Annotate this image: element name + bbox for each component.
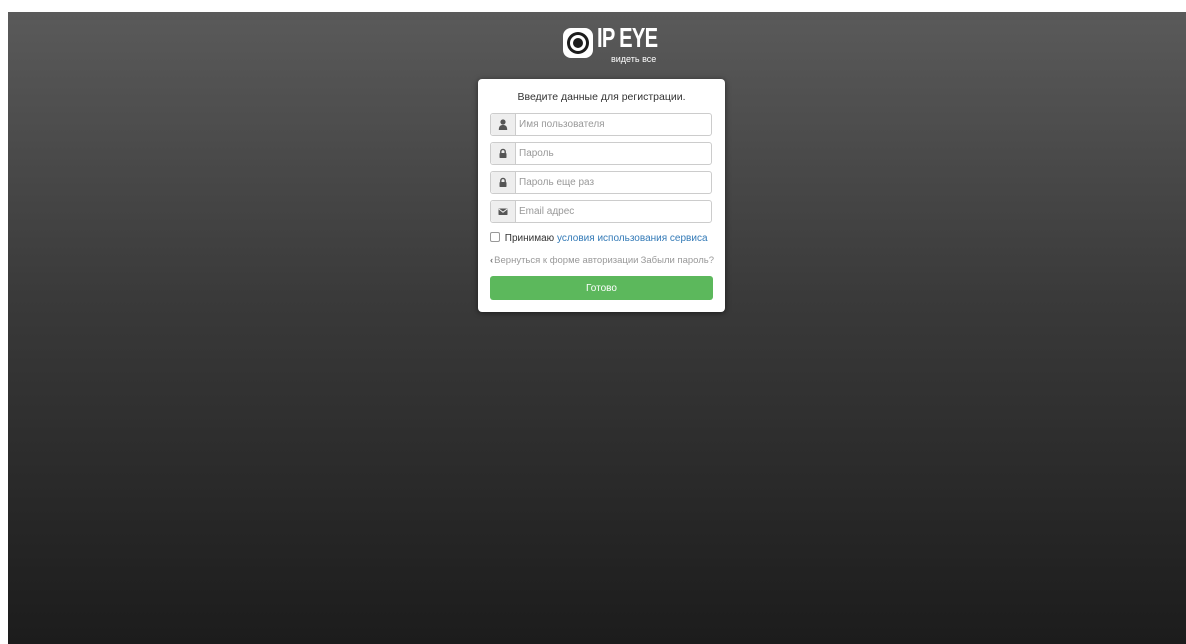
password-repeat-input[interactable]: [519, 174, 705, 191]
submit-button[interactable]: Готово: [490, 276, 713, 300]
email-input-group: [490, 200, 712, 223]
page-background: IP EYE видеть все Введите данные для рег…: [8, 12, 1186, 644]
accept-label: Принимаю: [504, 233, 555, 244]
password-input[interactable]: [519, 145, 705, 162]
logo-slogan: видеть все: [611, 54, 657, 64]
back-to-login-link[interactable]: ‹Вернуться к форме авторизации: [490, 255, 638, 266]
username-input-group: [490, 113, 712, 136]
forgot-password-link[interactable]: Забыли пароль?: [641, 255, 714, 266]
lock-icon: [491, 172, 516, 193]
user-icon: [491, 114, 516, 135]
username-input[interactable]: [519, 116, 705, 133]
terms-row: Принимаю условия использования сервиса: [490, 232, 708, 244]
password-repeat-input-group: [490, 171, 712, 194]
back-link-label: Вернуться к форме авторизации: [494, 255, 639, 266]
eye-logo-icon: [563, 28, 593, 58]
logo-brand-text: IP EYE: [597, 22, 658, 53]
form-title: Введите данные для регистрации.: [517, 91, 686, 103]
email-input[interactable]: [519, 203, 705, 220]
chevron-left-icon: ‹: [490, 255, 494, 266]
ipeye-logo: IP EYE видеть все: [563, 22, 658, 66]
password-input-group: [490, 142, 712, 165]
registration-form: Введите данные для регистрации. Имя поль…: [478, 79, 725, 312]
accept-terms-checkbox[interactable]: [490, 232, 500, 242]
lock-icon: [491, 143, 516, 164]
envelope-icon: [491, 201, 516, 222]
terms-link[interactable]: условия использования сервиса: [557, 233, 708, 244]
